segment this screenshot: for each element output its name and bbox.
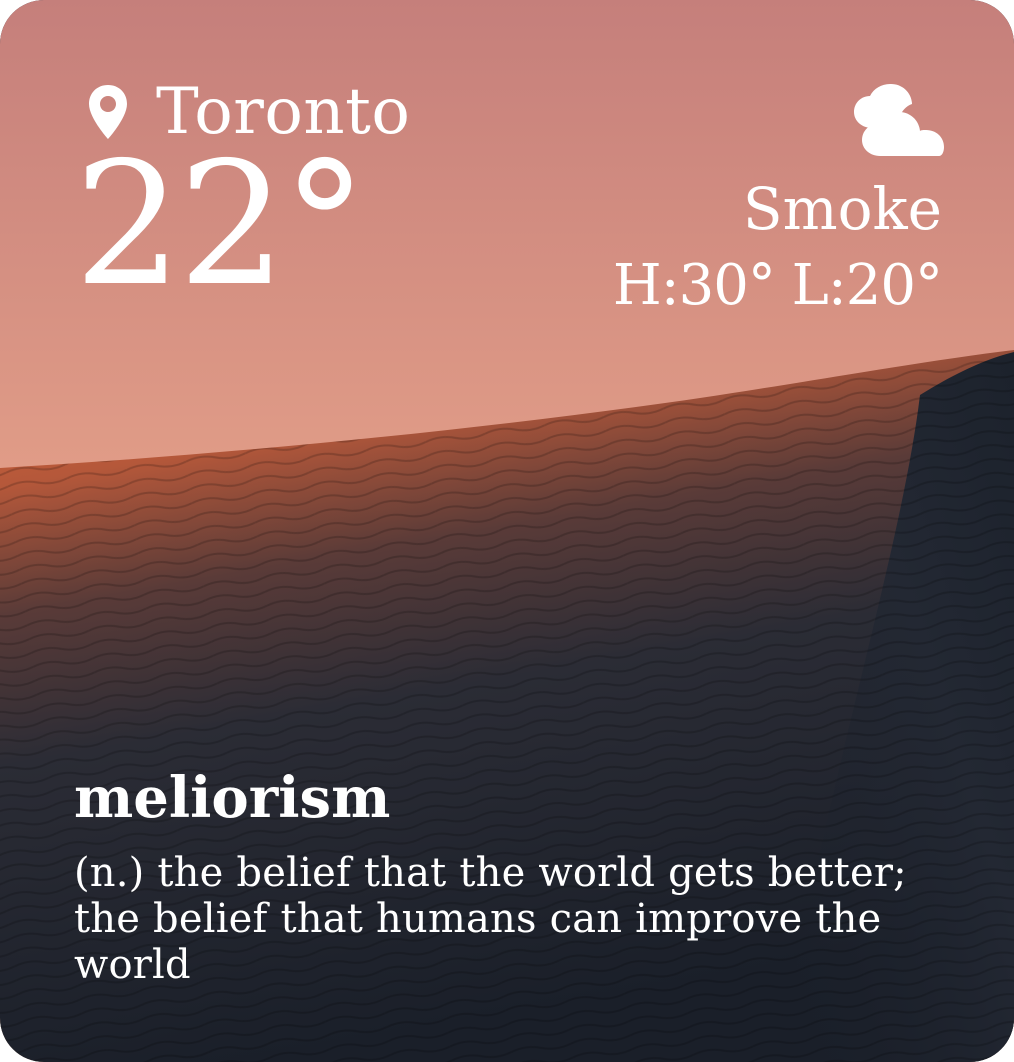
word-definition: (n.) the belief that the world gets bett… <box>74 850 907 988</box>
word-of-day: meliorism <box>74 765 391 831</box>
cloud-icon <box>854 84 944 156</box>
high-low-temperature: H:30° L:20° <box>612 253 943 318</box>
weather-word-widget[interactable]: Toronto 22° Smoke H:30° L:20° meliorism … <box>0 0 1014 1062</box>
weather-condition: Smoke <box>742 175 942 243</box>
current-temperature: 22° <box>74 126 367 324</box>
